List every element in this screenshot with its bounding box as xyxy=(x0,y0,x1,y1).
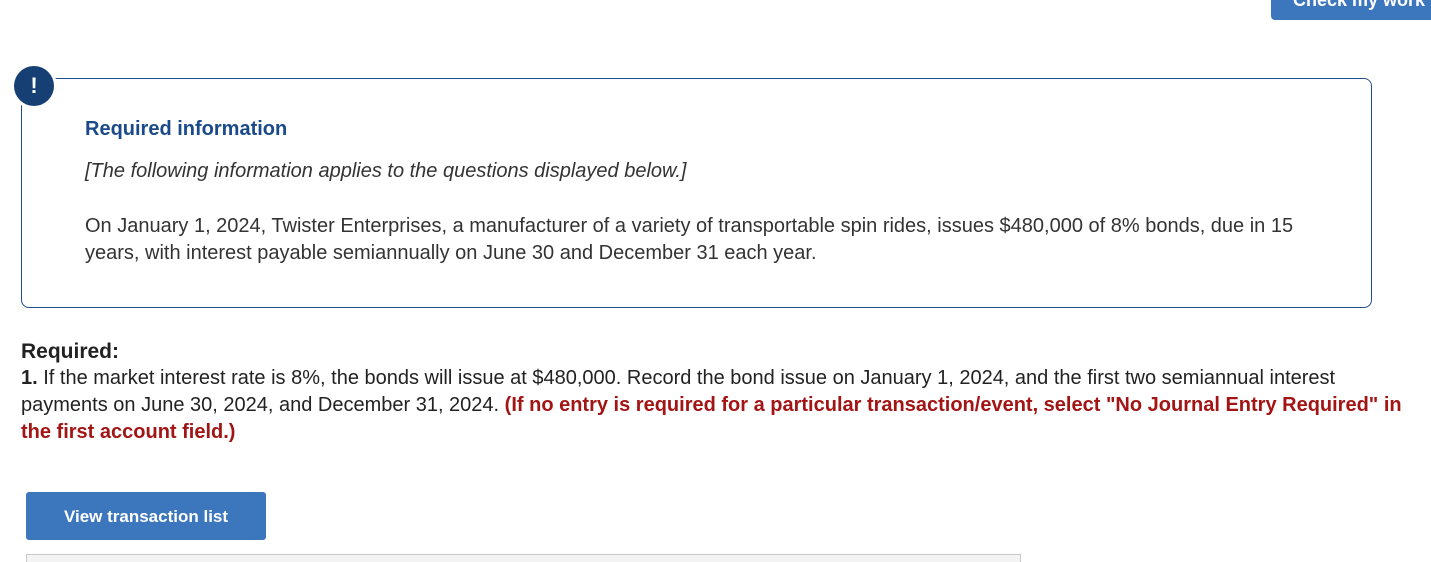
exclamation-icon: ! xyxy=(14,66,54,106)
journal-panel xyxy=(26,554,1021,562)
page: Check my work ! Required information [Th… xyxy=(0,0,1431,562)
view-transaction-list-button[interactable]: View transaction list xyxy=(26,492,266,540)
info-title: Required information xyxy=(85,118,288,140)
required-information-box xyxy=(21,78,1372,308)
info-body: On January 1, 2024, Twister Enterprises,… xyxy=(85,215,1294,264)
required-section: Required: 1. If the market interest rate… xyxy=(21,338,1421,446)
required-heading: Required: xyxy=(21,340,120,363)
info-note: [The following information applies to th… xyxy=(85,160,687,182)
required-item-number: 1. xyxy=(21,367,38,389)
check-my-work-button[interactable]: Check my work xyxy=(1271,0,1431,20)
